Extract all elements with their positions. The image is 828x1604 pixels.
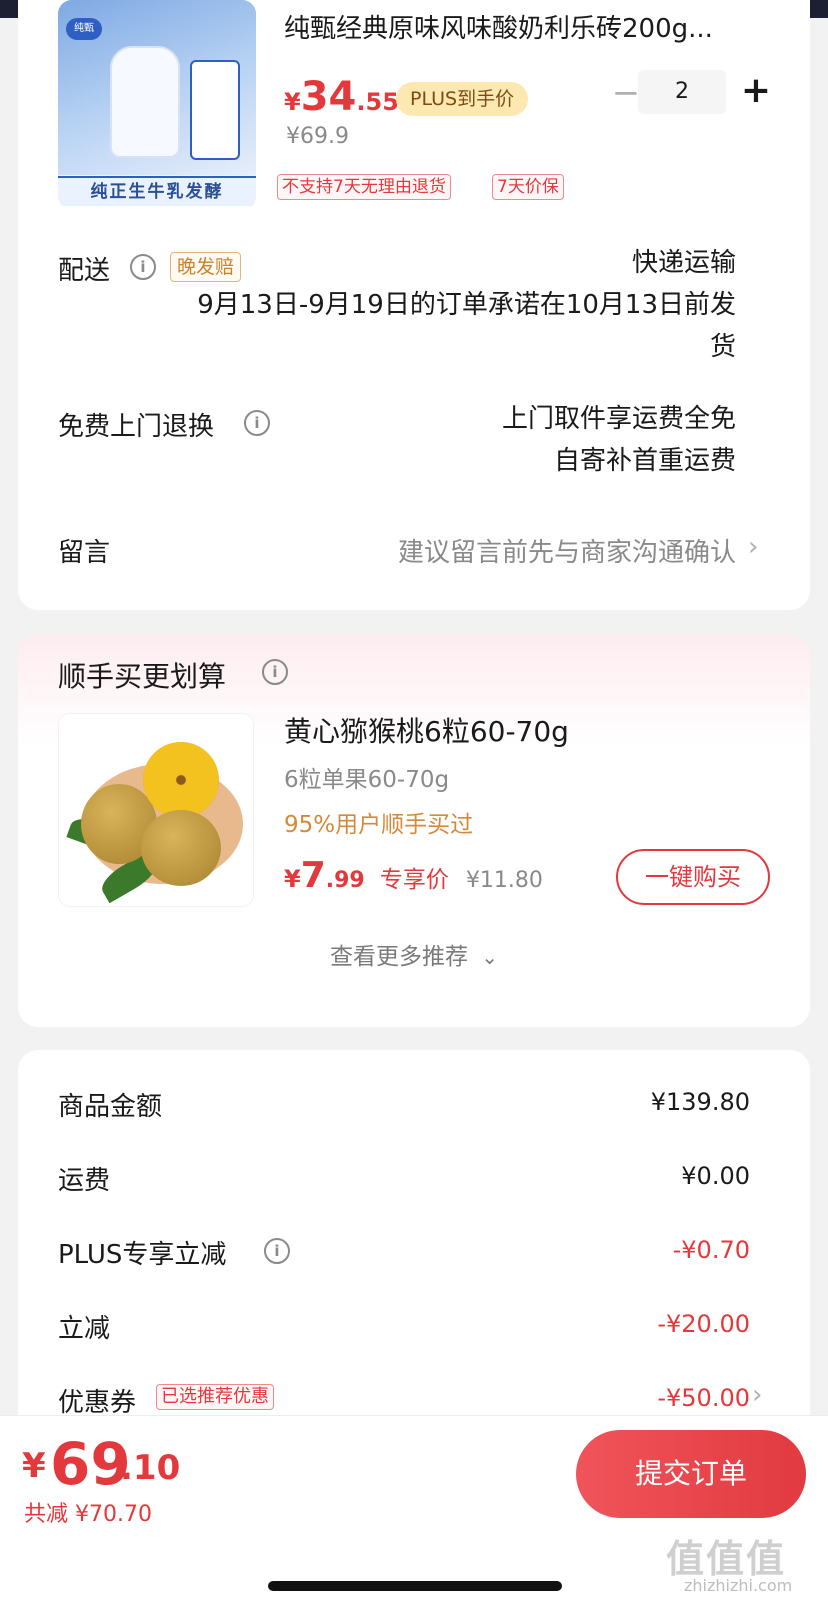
product-image-label: 纯正生牛乳发酵 [58, 176, 256, 206]
order-item-card: 纯甄 纯正生牛乳发酵 纯甄经典原味风味酸奶利乐砖200g... ¥34.55 P… [18, 0, 810, 610]
message-input[interactable]: 建议留言前先与商家沟通确认 [398, 532, 736, 569]
summary-label: 商品金额 [58, 1092, 163, 1122]
summary-label: 运费 [58, 1166, 111, 1196]
checkout-bar: ¥ 69 .10 共减 ¥70.70 提交订单 值值值 zhizhizhi.co… [0, 1415, 828, 1604]
order-summary-card: 商品金额 ¥139.80 运费 ¥0.00 PLUS专享立减 i -¥0.70 … [18, 1050, 810, 1430]
info-icon[interactable]: i [262, 659, 288, 685]
price-integer: 34 [300, 74, 357, 120]
summary-row-plus-discount: PLUS专享立减 i -¥0.70 [58, 1234, 750, 1274]
recommend-item-bought: 95%用户顺手买过 [284, 812, 474, 838]
delivery-method[interactable]: 快递运输 [176, 242, 736, 284]
quantity-input[interactable]: 2 [638, 70, 726, 114]
pack-graphic [190, 60, 240, 160]
summary-value: ¥0.00 [681, 1162, 750, 1190]
recommend-original-price: ¥11.80 [465, 868, 543, 893]
brand-logo: 纯甄 [66, 18, 102, 40]
price-protect-tag: 7天价保 [492, 174, 564, 200]
price-decimal: .55 [356, 88, 399, 116]
summary-row-goods: 商品金额 ¥139.80 [58, 1086, 750, 1126]
watermark-logo: 值值值 [666, 1537, 787, 1581]
one-click-buy-button[interactable]: 一键购买 [616, 849, 770, 905]
summary-value: -¥0.70 [672, 1236, 750, 1264]
recommend-item-price: ¥7.99 专享价 ¥11.80 [284, 855, 543, 896]
total-saved[interactable]: 共减 ¥70.70 [24, 1496, 152, 1528]
see-more-label: 查看更多推荐 [329, 944, 468, 970]
quantity-plus-button[interactable]: + [736, 70, 776, 114]
product-price: ¥34.55 [284, 74, 399, 120]
summary-label: 立减 [58, 1314, 111, 1344]
summary-row-instant-discount: 立减 -¥20.00 [58, 1308, 750, 1348]
kiwi-graphic [141, 810, 221, 886]
message-label: 留言 [58, 538, 111, 568]
total-integer: 69 [50, 1430, 131, 1498]
summary-value: -¥50.00 [657, 1384, 750, 1412]
product-title[interactable]: 纯甄经典原味风味酸奶利乐砖200g... [284, 14, 784, 44]
see-more-recommendations[interactable]: 查看更多推荐 ⌄ [18, 937, 810, 971]
price-integer: 7 [300, 855, 326, 896]
no-return-tag: 不支持7天无理由退货 [277, 174, 451, 200]
recommendation-card: 顺手买更划算 i 黄心猕猴桃6粒60-70g 6粒单果60-70g 95%用户顺… [18, 635, 810, 1027]
summary-value: ¥139.80 [650, 1088, 750, 1116]
recommend-item-title[interactable]: 黄心猕猴桃6粒60-70g [284, 710, 569, 750]
summary-row-shipping: 运费 ¥0.00 [58, 1160, 750, 1200]
delivery-promise: 9月13日-9月19日的订单承诺在10月13日前发 [197, 290, 736, 320]
exclusive-price-label: 专享价 [379, 867, 449, 893]
recommend-item-spec: 6粒单果60-70g [284, 767, 450, 793]
price-currency: ¥ [284, 865, 301, 893]
plus-price-badge: PLUS到手价 [396, 82, 529, 116]
total-decimal: .10 [120, 1448, 181, 1488]
home-indicator[interactable] [268, 1581, 562, 1591]
summary-label: 优惠券 [58, 1388, 137, 1418]
recommend-title: 顺手买更划算 [58, 660, 227, 693]
info-icon[interactable]: i [130, 254, 156, 280]
info-icon[interactable]: i [264, 1238, 290, 1264]
submit-order-button[interactable]: 提交订单 [576, 1430, 806, 1518]
chevron-right-icon[interactable]: › [752, 1380, 762, 1410]
bottle-graphic [110, 46, 180, 158]
kiwi-product-image[interactable] [58, 713, 254, 907]
summary-label: PLUS专享立减 [58, 1240, 227, 1270]
info-icon[interactable]: i [244, 410, 270, 436]
free-return-label: 免费上门退换 [58, 412, 215, 442]
delivery-label: 配送 [58, 256, 111, 286]
price-currency: ¥ [284, 88, 301, 116]
summary-value: -¥20.00 [657, 1310, 750, 1338]
kiwi-cut-graphic [143, 742, 219, 818]
return-self-send-text: 自寄补首重运费 [553, 446, 736, 476]
return-pickup-text: 上门取件享运费全免 [501, 404, 736, 434]
chevron-down-icon: ⌄ [481, 945, 499, 969]
original-price: ¥69.9 [286, 124, 349, 149]
total-currency: ¥ [22, 1446, 46, 1486]
watermark-url: zhizhizhi.com [684, 1576, 793, 1595]
coupon-selected-tag: 已选推荐优惠 [156, 1384, 274, 1410]
chevron-right-icon[interactable]: › [748, 532, 758, 562]
delivery-promise-cont: 货 [709, 332, 736, 362]
price-decimal: .99 [325, 868, 365, 893]
product-image[interactable]: 纯甄 纯正生牛乳发酵 [58, 0, 256, 210]
